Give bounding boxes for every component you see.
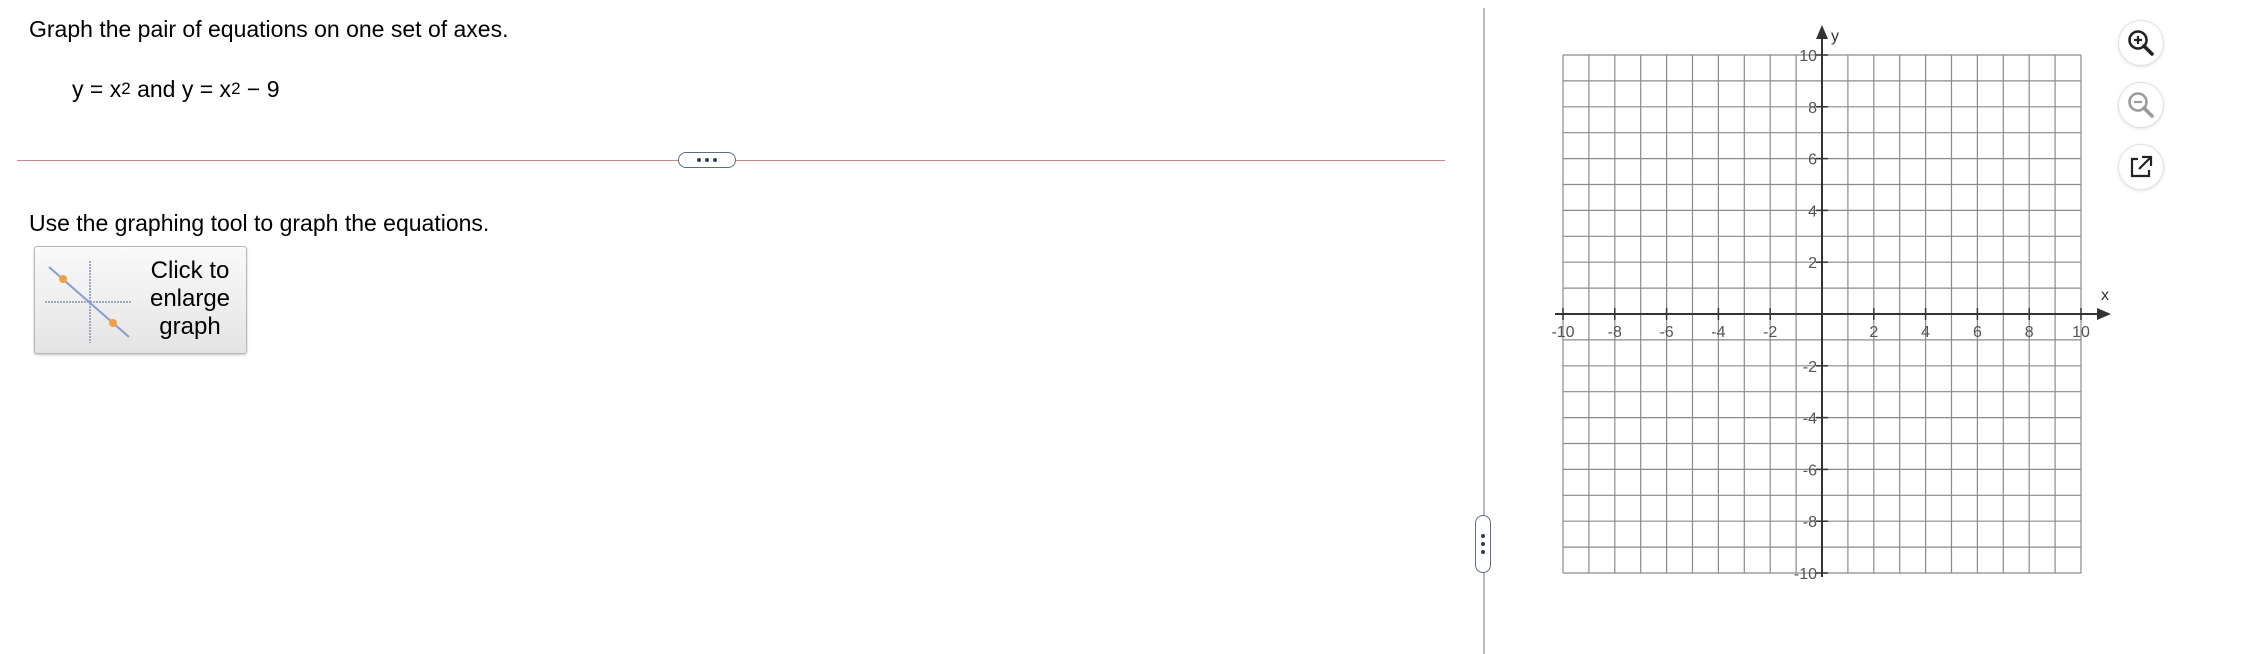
x-tick-label: -2 [1763,324,1777,341]
y-axis-label: y [1831,28,1839,45]
external-link-icon [2130,155,2153,178]
pane-resize-handle[interactable] [1475,515,1491,573]
dot-icon [1481,550,1485,554]
dot-icon [713,158,717,162]
equation-joiner: and [130,76,182,102]
dot-icon [705,158,709,162]
y-tick-label: 10 [1799,48,1817,65]
popout-button[interactable] [2119,145,2163,189]
x-tick-label: 8 [2025,324,2034,341]
x-tick-label: 6 [1973,324,1982,341]
equation-1-exponent: 2 [121,79,131,98]
coordinate-grid[interactable]: x y -10 -8 -6 -4 -2 2 4 6 8 10 10 8 6 4 2 -2 -4 -6 -8 -10 [1540,20,2120,580]
question-prompt: Graph the pair of equations on one set o… [29,16,509,42]
x-tick-label: -10 [1551,324,1574,341]
y-axis-arrow-icon [1816,25,1828,39]
zoom-in-icon [2128,30,2154,56]
x-tick-label: 2 [1869,324,1878,341]
y-tick-label: -6 [1803,462,1817,479]
y-tick-label: 6 [1808,152,1817,169]
zoom-out-button[interactable] [2119,83,2163,127]
equation-2-exponent: 2 [231,79,241,98]
equation-pair: y = x2 and y = x2 − 9 [72,76,280,103]
equation-1-base: y = x [72,76,122,102]
y-tick-label: 4 [1808,203,1817,220]
y-tick-label: -4 [1803,411,1817,428]
graph-thumbnail-icon [45,261,131,343]
y-tick-label: -2 [1803,359,1817,376]
expand-collapse-handle[interactable] [678,152,736,168]
zoom-out-icon [2128,92,2154,118]
y-tick-label: 8 [1808,100,1817,117]
dot-icon [1481,542,1485,546]
zoom-in-button[interactable] [2119,21,2163,65]
x-tick-label: -8 [1608,324,1622,341]
equation-2-base: y = x [181,76,232,102]
x-tick-label: -6 [1659,324,1673,341]
dot-icon [1481,534,1485,538]
dot-icon [697,158,701,162]
equation-2-rest: − 9 [240,76,280,102]
x-axis-arrow-icon [2097,308,2111,320]
y-tick-label: -10 [1794,566,1817,580]
enlarge-graph-label: Click to enlarge graph [149,257,231,340]
x-tick-label: 4 [1921,324,1930,341]
y-tick-label: -8 [1803,514,1817,531]
x-tick-label: 10 [2072,324,2090,341]
x-axis-label: x [2101,287,2109,304]
enlarge-graph-button[interactable]: Click to enlarge graph [34,246,247,354]
y-tick-label: 2 [1808,255,1817,272]
x-tick-label: -4 [1711,324,1725,341]
graph-instruction: Use the graphing tool to graph the equat… [29,210,490,236]
